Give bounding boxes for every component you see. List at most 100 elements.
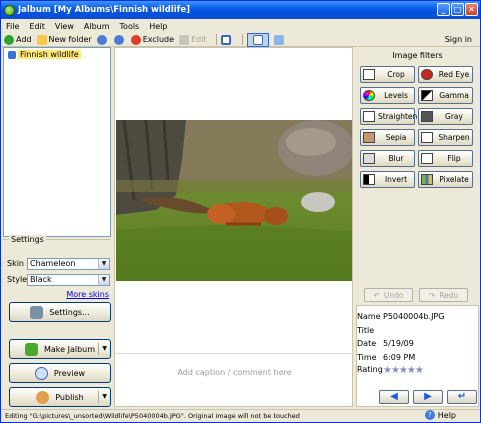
eye-icon [421,69,433,80]
settings-button[interactable]: Settings... [9,302,111,322]
settings-icon [30,305,44,319]
info-name-value: P5040004b.JPG [383,312,445,321]
left-panel: Finnish wildlife Settings Skin Chameleon… [3,47,111,407]
add-button[interactable]: Add [4,34,32,45]
slideshow-button[interactable] [273,34,286,45]
info-label: Name [357,312,381,321]
album-icon [8,50,16,59]
filter-sharpen-button[interactable]: Sharpen [418,129,473,146]
rotate-left-button[interactable] [96,34,109,45]
levels-icon [363,90,375,101]
grid-icon [220,34,231,45]
undo-icon: ↶ [373,290,380,300]
make-icon [24,342,38,356]
gamma-icon [421,90,433,101]
maximize-button[interactable]: □ [451,3,464,16]
app-window: Jalbum [My Albums\Finnish wildlife] _ □ … [0,0,481,423]
rotate-left-icon [96,34,107,45]
menu-help[interactable]: Help [149,22,167,31]
previous-button[interactable]: ◀ [379,390,409,404]
filter-sepia-button[interactable]: Sepia [360,129,415,146]
toolbar: Add New folder Exclude Edit [1,32,480,47]
invert-icon [363,174,375,185]
info-label: Title [357,326,375,335]
close-button[interactable]: ✕ [465,3,478,16]
next-button[interactable]: ▶ [413,390,443,404]
menu-file[interactable]: File [6,22,19,31]
info-title-row: Title [357,326,383,335]
help-button[interactable]: ? Help [424,410,456,420]
filter-crop-button[interactable]: Crop [360,66,415,83]
slideshow-icon [273,34,284,45]
rotate-right-button[interactable] [113,34,126,45]
exclude-icon [130,34,141,45]
squirrel-photo[interactable] [116,120,352,281]
return-button[interactable]: ↵ [447,390,477,404]
menu-edit[interactable]: Edit [29,22,45,31]
pixelate-icon [421,174,433,185]
new-folder-button[interactable]: New folder [36,34,92,45]
filter-blur-button[interactable]: Blur [360,150,415,167]
filter-pixelate-button[interactable]: Pixelate [418,171,473,188]
image-viewer: Add caption / comment here [114,47,354,408]
tree-node-root[interactable]: Finnish wildlife [8,50,81,59]
filter-invert-button[interactable]: Invert [360,171,415,188]
info-date-value: 5/19/09 [383,339,414,348]
menu-bar: File Edit View Album Tools Help [1,19,480,33]
menu-view[interactable]: View [55,22,74,31]
sepia-icon [363,132,375,143]
chevron-down-icon[interactable]: ▼ [98,391,107,403]
caption-input[interactable]: Add caption / comment here [115,353,354,408]
image-view-button[interactable] [246,32,269,47]
thumbnail-view-button[interactable] [220,34,233,45]
publish-button[interactable]: Publish ▼ [9,387,111,407]
info-name-row: Name P5040004b.JPG [357,312,444,321]
filter-flip-button[interactable]: Flip [418,150,473,167]
image-view-icon [252,34,263,45]
album-tree: Finnish wildlife [3,47,111,237]
straighten-icon [363,111,375,122]
chevron-down-icon: ▼ [98,275,109,285]
filter-straighten-button[interactable]: Straighten [360,108,417,125]
info-rating-row: Rating ★★★★★ [357,365,424,376]
title-bar: Jalbum [My Albums\Finnish wildlife] _ □ … [1,1,480,19]
tree-node-label: Finnish wildlife [18,50,81,59]
menu-album[interactable]: Album [84,22,110,31]
filter-gray-button[interactable]: Gray [418,108,473,125]
skin-label: Skin [7,259,25,268]
info-date-row: Date 5/19/09 [357,339,414,348]
menu-tools[interactable]: Tools [120,22,140,31]
help-icon: ? [424,410,435,420]
chevron-down-icon: ▼ [98,259,109,269]
toolbar-separator [241,34,243,45]
skin-select[interactable]: Chameleon ▼ [27,258,110,270]
chevron-down-icon[interactable]: ▼ [98,343,107,355]
style-select[interactable]: Black ▼ [27,274,110,286]
crop-icon [363,69,375,80]
filter-gamma-button[interactable]: Gamma [418,87,473,104]
exclude-button[interactable]: Exclude [130,34,174,45]
navigation-buttons: ◀ ▶ ↵ [379,390,477,404]
redo-button[interactable]: ↷ Redo [419,288,468,302]
status-bar: Editing "G:\pictures\_unsorted\Wildlife\… [1,409,480,422]
style-label: Style [7,275,28,284]
minimize-button[interactable]: _ [437,3,450,16]
jalbum-icon [4,4,15,16]
info-label: Date [357,339,377,348]
filter-levels-button[interactable]: Levels [360,87,415,104]
make-jalbum-button[interactable]: Make Jalbum ▼ [9,339,111,359]
window-title: Jalbum [My Albums\Finnish wildlife] [18,5,191,15]
info-label: Rating [357,365,383,374]
flip-icon [421,153,433,164]
edit-button[interactable]: Edit [179,34,207,45]
preview-button[interactable]: Preview [9,363,111,383]
undo-button[interactable]: ↶ Undo [364,288,413,302]
sign-in-link[interactable]: Sign in [445,35,472,44]
filter-red-eye-button[interactable]: Red Eye [418,66,473,83]
publish-icon [36,390,50,404]
edit-icon [179,34,190,45]
filters-title: Image filters [392,51,443,60]
more-skins-link[interactable]: More skins [66,290,109,299]
redo-icon: ↷ [428,290,436,300]
rating-stars[interactable]: ★★★★★ [383,365,424,376]
